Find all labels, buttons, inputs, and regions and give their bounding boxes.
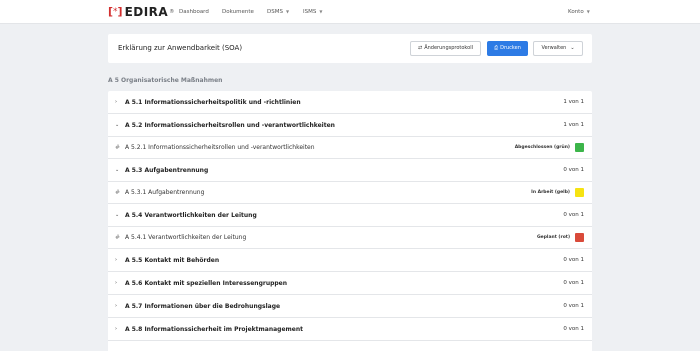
group-row-a5-4[interactable]: ⌄ A 5.4 Verantwortlichkeiten der Leitung… — [108, 204, 592, 227]
nav-isms[interactable]: ISMS ▼ — [303, 0, 322, 24]
group-row-a5-7[interactable]: › A 5.7 Informationen über die Bedrohung… — [108, 295, 592, 318]
changelog-button-label: Änderungsprotokoll — [424, 45, 473, 51]
group-count: 1 von 1 — [563, 99, 584, 105]
group-title: A 5.5 Kontakt mit Behörden — [125, 257, 220, 264]
nav-dashboard-label: Dashboard — [179, 9, 209, 15]
logo-bracket-right: ] — [117, 5, 123, 18]
status-indicator-red — [575, 233, 584, 242]
group-title: A 5.3 Aufgabentrennung — [125, 167, 209, 174]
chevron-down-icon: ▼ — [319, 9, 323, 14]
group-count: 0 von 1 — [563, 257, 584, 263]
group-title: A 5.7 Informationen über die Bedrohungsl… — [125, 303, 281, 310]
control-title: A 5.3.1 Aufgabentrennung — [125, 189, 205, 196]
nav-isms-label: ISMS — [303, 9, 317, 15]
chevron-right-icon: › — [115, 99, 117, 105]
control-row-a5-3-1[interactable]: # A 5.3.1 Aufgabentrennung In Arbeit (ge… — [108, 182, 592, 204]
nav-account-label: Konto — [568, 9, 584, 15]
nav-dokumente-label: Dokumente — [222, 9, 254, 15]
nav-dsms-label: DSMS — [267, 9, 283, 15]
group-count: 0 von 1 — [563, 212, 584, 218]
edira-logo[interactable]: [*] EDIRA ® — [108, 5, 174, 19]
chevron-right-icon: › — [115, 257, 117, 263]
chevron-down-icon: ▼ — [586, 9, 590, 14]
chevron-right-icon: › — [115, 326, 117, 332]
group-row-a5-3[interactable]: ⌄ A 5.3 Aufgabentrennung 0 von 1 — [108, 159, 592, 182]
group-title: A 5.2 Informationssicherheitsrollen und … — [125, 122, 335, 129]
status-label: Geplant (rot) — [536, 235, 570, 240]
top-navbar: [*] EDIRA ® Dashboard Dokumente DSMS ▼ ISMS… — [0, 0, 700, 24]
print-button[interactable]: ⎙ Drucken — [487, 41, 528, 56]
group-count: 1 von 1 — [563, 122, 584, 128]
chevron-down-icon: ▼ — [285, 9, 290, 14]
section-heading: A 5 Organisatorische Maßnahmen — [108, 77, 223, 84]
swap-arrows-icon: ⇄ — [418, 45, 423, 51]
changelog-button[interactable]: ⇄ Änderungsprotokoll — [410, 41, 481, 56]
group-row-a5-6[interactable]: › A 5.6 Kontakt mit speziellen Interesse… — [108, 272, 592, 295]
hash-icon: # — [115, 189, 121, 196]
group-title: A 5.4 Verantwortlichkeiten der Leitung — [125, 212, 257, 219]
print-button-label: Drucken — [500, 45, 521, 51]
page-title: Erklärung zur Anwendbarkeit (SOA) — [118, 44, 243, 52]
manage-button-label: Verwalten — [541, 45, 567, 51]
chevron-down-icon: ⌄ — [115, 122, 120, 128]
group-row-a5-8[interactable]: › A 5.8 Informationssicherheit im Projek… — [108, 318, 592, 341]
print-icon: ⎙ — [494, 45, 499, 51]
manage-dropdown-button[interactable]: Verwalten ⌄ — [533, 41, 583, 56]
group-count: 0 von 1 — [563, 280, 584, 286]
soa-header-card: Erklärung zur Anwendbarkeit (SOA) ⇄ Änder… — [108, 34, 592, 63]
chevron-down-icon: ⌄ — [570, 45, 575, 51]
nav-account[interactable]: Konto ▼ — [568, 0, 590, 24]
group-count: 0 von 1 — [563, 303, 584, 309]
control-row-a5-4-1[interactable]: # A 5.4.1 Verantwortlichkeiten der Leitu… — [108, 227, 592, 249]
status-label: Abgeschlossen (grün) — [514, 145, 570, 150]
control-row-a5-2-1[interactable]: # A 5.2.1 Informationssicherheitsrollen … — [108, 137, 592, 159]
group-count: 0 von 1 — [563, 326, 584, 332]
chevron-down-icon: ⌄ — [115, 212, 120, 218]
chevron-down-icon: ⌄ — [115, 167, 120, 173]
group-row-a5-5[interactable]: › A 5.5 Kontakt mit Behörden 0 von 1 — [108, 249, 592, 272]
chevron-right-icon: › — [115, 280, 117, 286]
nav-dokumente[interactable]: Dokumente — [222, 0, 254, 24]
group-title: A 5.1 Informationssicherheitspolitik und… — [125, 99, 301, 106]
status-indicator-green — [575, 143, 584, 152]
group-row-a5-1[interactable]: › A 5.1 Informationssicherheitspolitik u… — [108, 91, 592, 114]
group-count: 0 von 1 — [563, 167, 584, 173]
status-label: In Arbeit (gelb) — [531, 190, 570, 195]
hash-icon: # — [115, 144, 121, 151]
group-title: A 5.8 Informationssicherheit im Projektm… — [125, 326, 303, 333]
nav-dashboard[interactable]: Dashboard — [179, 0, 209, 24]
group-title: A 5.6 Kontakt mit speziellen Interesseng… — [125, 280, 288, 287]
nav-dsms[interactable]: DSMS ▼ — [267, 0, 289, 24]
chevron-right-icon: › — [115, 303, 117, 309]
status-indicator-yellow — [575, 188, 584, 197]
logo-text: EDIRA — [124, 5, 169, 19]
control-title: A 5.4.1 Verantwortlichkeiten der Leitung — [125, 234, 247, 241]
group-row-a5-2[interactable]: ⌄ A 5.2 Informationssicherheitsrollen un… — [108, 114, 592, 137]
logo-registered-mark: ® — [169, 9, 175, 15]
controls-list: › A 5.1 Informationssicherheitspolitik u… — [108, 91, 592, 351]
control-title: A 5.2.1 Informationssicherheitsrollen un… — [125, 144, 315, 151]
hash-icon: # — [115, 234, 121, 241]
